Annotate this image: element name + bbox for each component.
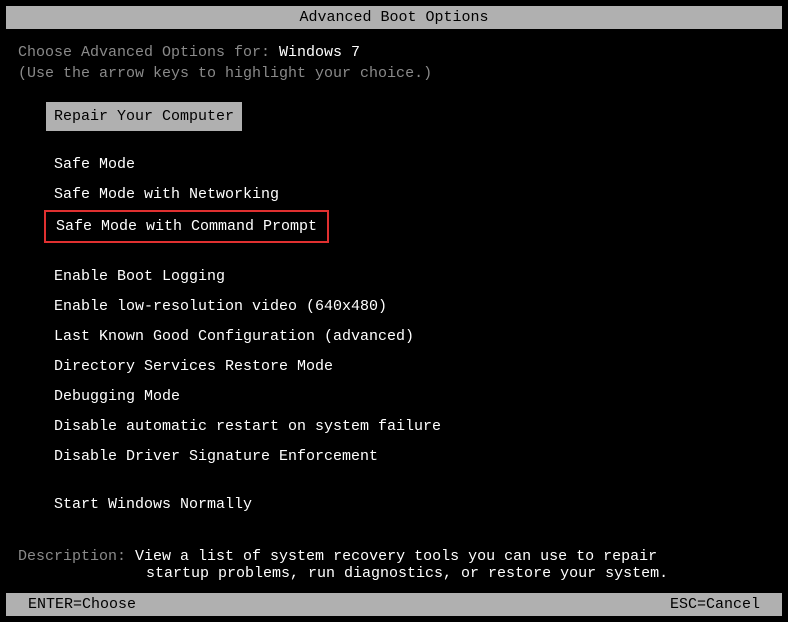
menu-item-start-normally[interactable]: Start Windows Normally xyxy=(46,490,260,519)
menu-group-safemode: Safe Mode Safe Mode with Networking Safe… xyxy=(46,150,770,244)
menu-group-normal: Start Windows Normally xyxy=(46,490,770,520)
menu-item-boot-logging[interactable]: Enable Boot Logging xyxy=(46,262,233,291)
prompt-prefix: Choose Advanced Options for: xyxy=(18,44,279,61)
prompt-line: Choose Advanced Options for: Windows 7 xyxy=(18,44,770,61)
menu-item-disable-auto-restart[interactable]: Disable automatic restart on system fail… xyxy=(46,412,449,441)
instruction-text: (Use the arrow keys to highlight your ch… xyxy=(18,65,770,82)
title-bar: Advanced Boot Options xyxy=(6,6,782,29)
content-area: Choose Advanced Options for: Windows 7 (… xyxy=(0,29,788,520)
description-block: Description: View a list of system recov… xyxy=(0,538,788,582)
menu-group-advanced: Enable Boot Logging Enable low-resolutio… xyxy=(46,262,770,472)
menu-item-low-res-video[interactable]: Enable low-resolution video (640x480) xyxy=(46,292,395,321)
menu-item-safe-mode-networking[interactable]: Safe Mode with Networking xyxy=(46,180,287,209)
footer-esc: ESC=Cancel xyxy=(670,596,760,613)
description-label: Description: xyxy=(18,548,135,565)
os-name: Windows 7 xyxy=(279,44,360,61)
boot-menu: Repair Your Computer Safe Mode Safe Mode… xyxy=(18,102,770,520)
menu-item-debugging-mode[interactable]: Debugging Mode xyxy=(46,382,188,411)
title-text: Advanced Boot Options xyxy=(299,9,488,26)
menu-item-safe-mode-cmd[interactable]: Safe Mode with Command Prompt xyxy=(44,210,329,243)
footer-enter: ENTER=Choose xyxy=(28,596,136,613)
menu-item-last-known-good[interactable]: Last Known Good Configuration (advanced) xyxy=(46,322,422,351)
footer-bar: ENTER=Choose ESC=Cancel xyxy=(6,593,782,616)
description-line1: View a list of system recovery tools you… xyxy=(135,548,657,565)
menu-item-repair-computer[interactable]: Repair Your Computer xyxy=(46,102,242,131)
menu-item-safe-mode[interactable]: Safe Mode xyxy=(46,150,143,179)
description-line2: startup problems, run diagnostics, or re… xyxy=(18,565,770,582)
menu-item-directory-services[interactable]: Directory Services Restore Mode xyxy=(46,352,341,381)
menu-group-repair: Repair Your Computer xyxy=(46,102,770,132)
menu-item-disable-driver-sig[interactable]: Disable Driver Signature Enforcement xyxy=(46,442,386,471)
